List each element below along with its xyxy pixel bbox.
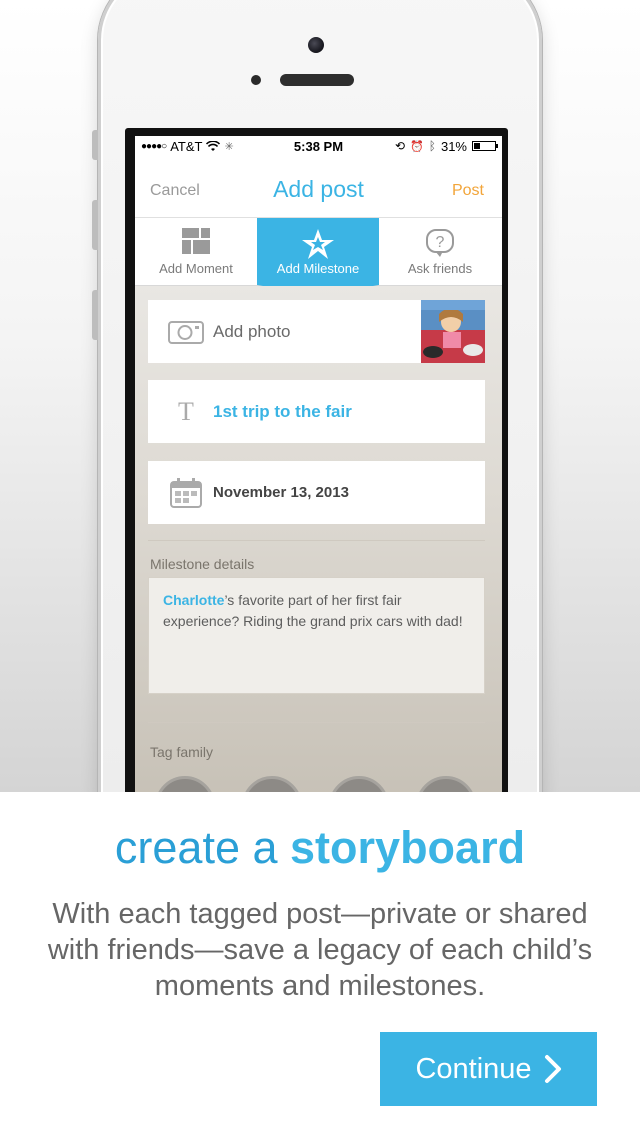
- continue-button[interactable]: Continue: [380, 1032, 597, 1106]
- page-title: Add post: [273, 176, 364, 202]
- continue-label: Continue: [415, 1052, 532, 1085]
- grid-icon: [182, 228, 210, 257]
- star-icon: [301, 228, 335, 263]
- battery-icon: [472, 141, 498, 151]
- volume-down-button: [92, 290, 98, 340]
- front-camera: [308, 37, 324, 53]
- milestone-details-label: Milestone details: [150, 556, 255, 572]
- mute-switch: [92, 130, 98, 160]
- proximity-sensor: [251, 75, 261, 85]
- tab-label: Add Moment: [159, 261, 233, 276]
- milestone-details-textarea[interactable]: Charlotte’s favorite part of her first f…: [148, 577, 485, 694]
- title-value: 1st trip to the fair: [213, 401, 352, 421]
- volume-up-button: [92, 200, 98, 250]
- divider: [148, 722, 485, 723]
- question-bubble-icon: ?: [425, 228, 455, 261]
- tab-add-moment[interactable]: Add Moment: [135, 218, 257, 285]
- date-field[interactable]: November 13, 2013: [148, 461, 485, 524]
- post-button[interactable]: Post: [452, 182, 484, 200]
- navigation-bar: Cancel Add post Post: [135, 156, 502, 218]
- tab-ask-friends[interactable]: ? Ask friends: [379, 218, 501, 285]
- tab-label: Add Milestone: [276, 261, 360, 276]
- tab-label: Ask friends: [407, 261, 473, 276]
- earpiece-speaker: [280, 74, 354, 86]
- headline-prefix: create a: [114, 822, 291, 873]
- milestone-form: Add photo T 1st trip to the fair Novembe…: [135, 286, 502, 816]
- chevron-right-icon: [544, 1055, 561, 1083]
- phone-screen: ●●●●○ AT&T ✳ 5:38 PM ⟲ ⏰ ᛒ 31% Cancel Ad…: [135, 136, 502, 816]
- text-format-icon: T: [178, 396, 194, 426]
- svg-text:?: ?: [436, 234, 445, 251]
- promo-panel: create a storyboard With each tagged pos…: [0, 792, 640, 1136]
- add-photo-row[interactable]: Add photo: [148, 300, 485, 363]
- tagged-name: Charlotte: [163, 592, 225, 608]
- promo-description: With each tagged post—private or shared …: [47, 898, 593, 1002]
- status-bar: ●●●●○ AT&T ✳ 5:38 PM ⟲ ⏰ ᛒ 31%: [135, 136, 502, 156]
- add-photo-label: Add photo: [213, 321, 291, 341]
- camera-icon: [168, 319, 204, 345]
- post-type-tabs: Add Moment Add Milestone ? Ask friends: [135, 218, 502, 286]
- tab-add-milestone[interactable]: Add Milestone: [257, 218, 379, 285]
- calendar-icon: [168, 477, 204, 508]
- divider: [148, 540, 485, 541]
- date-value: November 13, 2013: [213, 484, 349, 501]
- photo-thumbnail[interactable]: [421, 300, 485, 363]
- promo-headline: create a storyboard: [0, 822, 640, 874]
- title-field[interactable]: T 1st trip to the fair: [148, 380, 485, 443]
- headline-emphasis: storyboard: [290, 822, 526, 873]
- status-time: 5:38 PM: [293, 138, 344, 154]
- tag-family-label: Tag family: [150, 744, 214, 760]
